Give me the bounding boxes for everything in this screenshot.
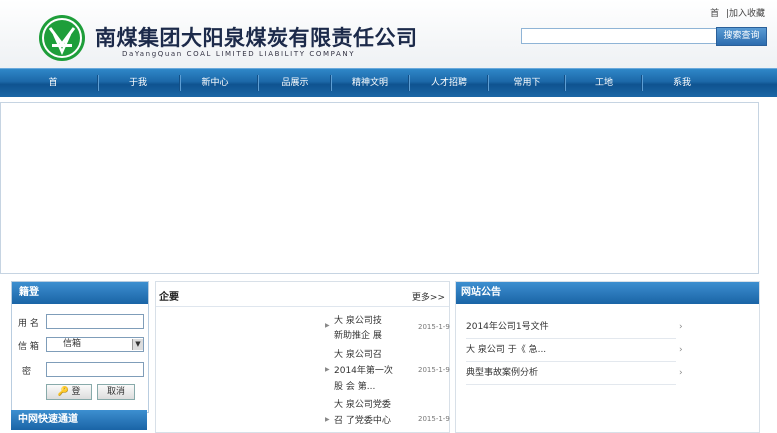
nav-item-home[interactable]: 首 [14, 69, 92, 97]
news-more-link[interactable]: 更多>> [412, 290, 445, 303]
notice-item-label: 典型事故案例分析 [466, 368, 539, 378]
nav-item-culture[interactable]: 精神文明 [331, 69, 409, 97]
news-item-line: 大 泉公司技 [334, 316, 382, 326]
news-item-line: 2014年第一次 [334, 366, 393, 376]
nav-item-about[interactable]: 于我 [99, 69, 177, 97]
cancel-button[interactable]: 取消 [97, 384, 135, 400]
nav-item-downloads[interactable]: 常用下 [488, 69, 566, 97]
list-item[interactable]: ▶ 大 泉公司召 2014年第一次 股 会 第... 2015-1-9 [156, 344, 450, 396]
list-item[interactable]: ▶ 大 泉公司技 新助推企 展 2015-1-9 [156, 308, 450, 346]
company-logo [39, 15, 85, 61]
login-title: 籍登 [12, 282, 148, 304]
news-item-line: 大 泉公司召 [334, 350, 382, 360]
login-panel: 籍登 用 名 信 箱 信箱 ▼ 密 🔑 登 取消 [11, 281, 149, 413]
notice-item[interactable]: 2014年公司1号文件 › [466, 316, 683, 339]
site-notice-panel: 网站公告 2014年公司1号文件 › 大 泉公司 于《 急... › 典型事故案… [455, 281, 760, 433]
chevron-right-icon: › [679, 368, 683, 378]
bullet-icon: ▶ [325, 416, 330, 423]
password-field[interactable] [46, 362, 144, 377]
top-links: 首 |加入收藏 [706, 6, 765, 19]
password-label: 密 [22, 367, 32, 377]
main-nav: 首 于我 新中心 品展示 精神文明 人才招聘 常用下 工地 系我 [0, 68, 777, 97]
nav-item-recruitment[interactable]: 人才招聘 [410, 69, 488, 97]
chevron-right-icon: › [679, 322, 683, 332]
notice-item-label: 2014年公司1号文件 [466, 322, 549, 332]
company-name: 南煤集团大阳泉煤炭有限责任公司 [95, 25, 418, 50]
chevron-down-icon[interactable]: ▼ [132, 339, 143, 350]
mailbox-label: 信 箱 [18, 342, 39, 352]
home-link[interactable]: 首 [710, 9, 719, 19]
search-button[interactable]: 搜索查询 [716, 27, 767, 46]
search-input[interactable] [521, 28, 717, 44]
notice-title: 网站公告 [456, 282, 759, 304]
list-item[interactable]: ▶ 大 泉公司党委 召 了党委中心 2015-1-9 [156, 394, 450, 430]
news-item-date: 2015-1-9 [418, 323, 450, 331]
chevron-right-icon: › [679, 345, 683, 355]
nav-item-products[interactable]: 品展示 [256, 69, 334, 97]
quick-channel-title: 中网快速通道 [11, 410, 147, 430]
add-favorite-link[interactable]: |加入收藏 [726, 9, 765, 19]
banner-area [0, 102, 759, 274]
nav-item-contact[interactable]: 系我 [643, 69, 721, 97]
news-divider [156, 306, 449, 307]
news-item-line: 召 了党委中心 [334, 416, 391, 426]
company-name-en: DaYangQuan COAL LIMITED LIABILITY COMPAN… [122, 50, 356, 58]
news-item-date: 2015-1-9 [418, 415, 450, 423]
login-button[interactable]: 🔑 登 [46, 384, 92, 400]
mailbox-select[interactable]: 信箱 ▼ [46, 337, 144, 352]
bullet-icon: ▶ [325, 322, 330, 329]
login-button-label: 登 [71, 387, 81, 397]
bullet-icon: ▶ [325, 366, 330, 373]
news-item-line: 股 会 第... [334, 382, 376, 392]
news-item-date: 2015-1-9 [418, 366, 450, 374]
company-news-panel: 企要 更多>> ▶ 大 泉公司技 新助推企 展 2015-1-9 ▶ 大 泉公司… [155, 281, 450, 433]
nav-item-worksite[interactable]: 工地 [565, 69, 643, 97]
username-label: 用 名 [18, 319, 39, 329]
news-item-line: 大 泉公司党委 [334, 400, 391, 410]
key-icon: 🔑 [57, 387, 69, 397]
nav-item-news-center[interactable]: 新中心 [176, 69, 254, 97]
username-field[interactable] [46, 314, 144, 329]
notice-item[interactable]: 大 泉公司 于《 急... › [466, 339, 683, 362]
notice-item-label: 大 泉公司 于《 急... [466, 345, 547, 355]
news-item-line: 新助推企 展 [334, 331, 382, 341]
notice-item[interactable]: 典型事故案例分析 › [466, 362, 683, 385]
news-title: 企要 [159, 292, 179, 303]
mailbox-select-value: 信箱 [63, 339, 82, 349]
